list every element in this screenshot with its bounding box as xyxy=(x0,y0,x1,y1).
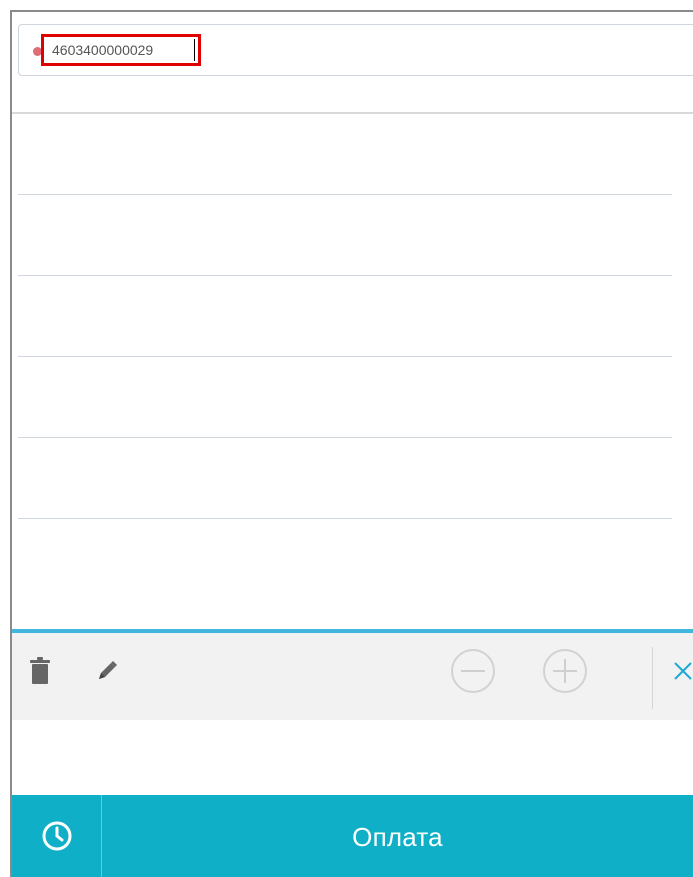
increase-quantity-button[interactable] xyxy=(542,648,588,697)
list-item[interactable] xyxy=(18,357,672,438)
list-item[interactable] xyxy=(18,195,672,276)
receipt-item-list xyxy=(12,114,693,629)
minus-circle-icon xyxy=(450,648,496,697)
cash-register-screen: Оплата xyxy=(10,10,693,877)
pencil-icon xyxy=(94,658,120,687)
list-item[interactable] xyxy=(18,438,672,519)
barcode-search-box[interactable] xyxy=(18,24,693,76)
text-cursor xyxy=(194,39,195,61)
list-item[interactable] xyxy=(18,114,672,195)
barcode-search-panel xyxy=(12,12,693,114)
empty-space xyxy=(12,720,693,795)
decrease-quantity-button[interactable] xyxy=(450,648,496,697)
toolbar-divider xyxy=(652,647,653,709)
trash-icon xyxy=(29,656,51,688)
item-action-toolbar xyxy=(12,629,693,720)
highlighted-barcode-field[interactable] xyxy=(41,34,201,66)
barcode-input[interactable] xyxy=(44,37,198,63)
close-item-actions-button[interactable] xyxy=(662,651,693,693)
plus-circle-icon xyxy=(542,648,588,697)
delete-item-button[interactable] xyxy=(19,651,61,693)
clock-icon xyxy=(40,819,74,856)
pay-button[interactable]: Оплата xyxy=(102,795,693,877)
payment-bar: Оплата xyxy=(12,795,693,877)
edit-item-button[interactable] xyxy=(86,651,128,693)
list-item[interactable] xyxy=(18,276,672,357)
history-button[interactable] xyxy=(12,795,102,877)
close-icon xyxy=(670,658,693,687)
